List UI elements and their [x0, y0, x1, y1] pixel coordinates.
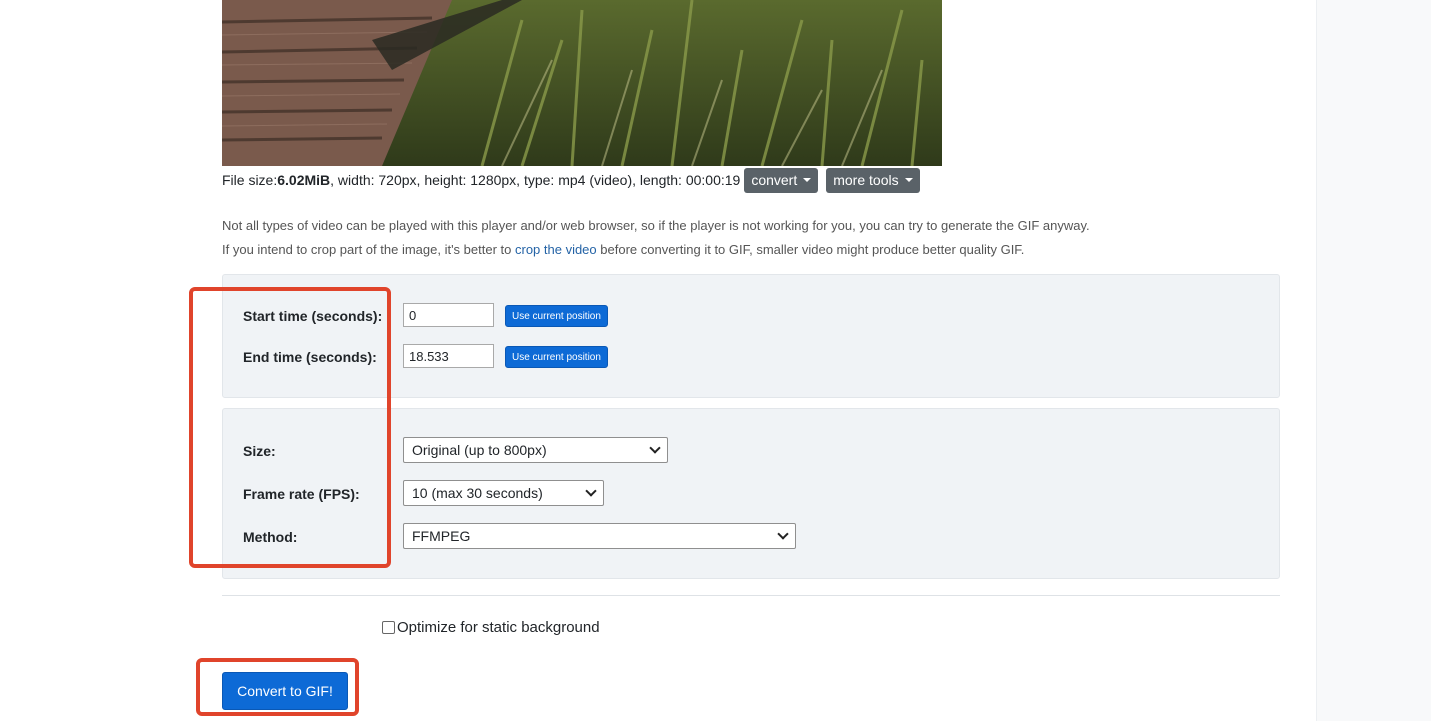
end-time-input[interactable] [403, 344, 494, 368]
optimize-checkbox[interactable] [382, 621, 395, 634]
optimize-label: Optimize for static background [397, 619, 600, 636]
size-select[interactable]: Original (up to 800px) [403, 437, 668, 463]
file-size-value: 6.02MiB [277, 172, 331, 188]
start-time-label: Start time (seconds): [243, 308, 383, 324]
convert-dropdown-label: convert [751, 172, 798, 188]
method-select[interactable]: FFMPEG [403, 523, 796, 549]
player-note: Not all types of video can be played wit… [222, 218, 1090, 233]
chevron-down-icon [649, 442, 661, 454]
chevron-down-icon [585, 485, 597, 497]
size-label: Size: [243, 443, 276, 459]
file-size-prefix: File size: [222, 172, 278, 188]
file-details: , width: 720px, height: 1280px, type: mp… [330, 172, 741, 188]
convert-to-gif-button[interactable]: Convert to GIF! [222, 672, 348, 710]
divider [222, 595, 1280, 596]
caret-down-icon [803, 178, 812, 182]
frame-rate-label: Frame rate (FPS): [243, 486, 360, 502]
crop-note: If you intend to crop part of the image,… [222, 242, 1024, 257]
end-time-label: End time (seconds): [243, 349, 377, 365]
crop-note-after: before converting it to GIF, smaller vid… [596, 242, 1025, 257]
options-panel: Size: Original (up to 800px) Frame rate … [222, 408, 1280, 579]
more-tools-dropdown-button[interactable]: more tools [826, 167, 920, 193]
file-info: File size: 6.02MiB, width: 720px, height… [222, 167, 920, 193]
size-select-value: Original (up to 800px) [412, 442, 547, 458]
start-use-current-position-button[interactable]: Use current position [505, 305, 608, 327]
timing-panel: Start time (seconds): Use current positi… [222, 274, 1280, 398]
caret-down-icon [904, 178, 913, 182]
optimize-static-background-option[interactable]: Optimize for static background [382, 619, 600, 636]
crop-video-link[interactable]: crop the video [515, 242, 597, 257]
start-time-input[interactable] [403, 303, 494, 327]
frame-rate-select[interactable]: 10 (max 30 seconds) [403, 480, 604, 506]
chevron-down-icon [777, 528, 789, 540]
method-label: Method: [243, 529, 298, 545]
method-select-value: FFMPEG [412, 528, 471, 544]
frame-rate-select-value: 10 (max 30 seconds) [412, 485, 543, 501]
right-sidebar [1316, 0, 1431, 721]
convert-dropdown-button[interactable]: convert [744, 167, 819, 193]
video-preview[interactable] [222, 0, 942, 166]
crop-note-before: If you intend to crop part of the image,… [222, 242, 515, 257]
video-frame-image [222, 0, 942, 166]
end-use-current-position-button[interactable]: Use current position [505, 346, 608, 368]
more-tools-label: more tools [833, 172, 899, 188]
